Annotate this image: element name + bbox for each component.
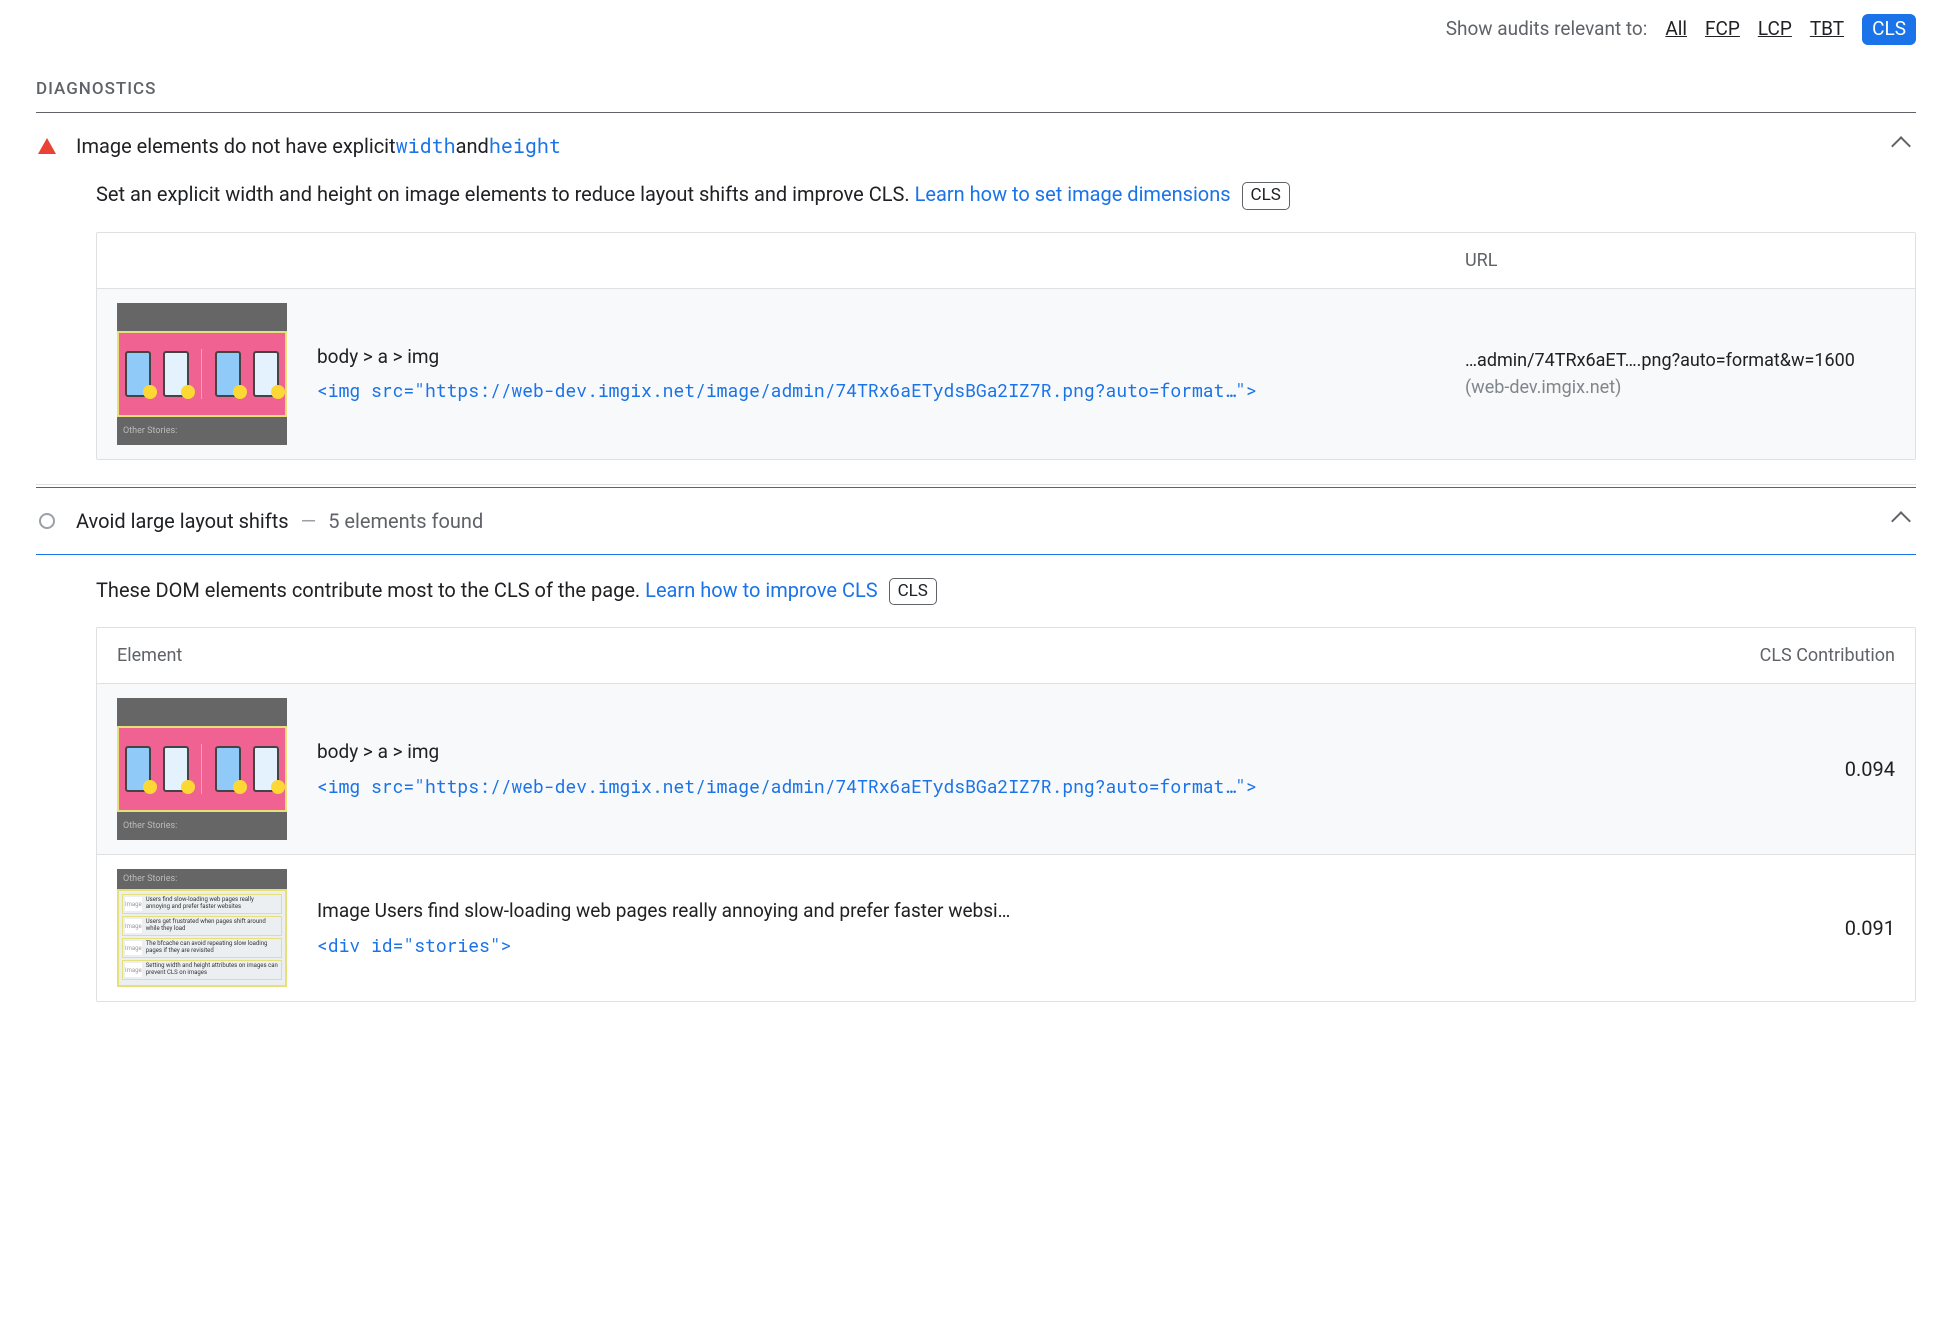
- thumb-caption: Other Stories:: [117, 869, 287, 889]
- table-row: Other Stories: ImageUsers find slow-load…: [97, 854, 1915, 1001]
- audit2-desc-text: These DOM elements contribute most to th…: [96, 578, 645, 602]
- element-thumbnail: Other Stories:: [117, 303, 287, 445]
- code-snippet: <img src="https://web-dev.imgix.net/imag…: [317, 773, 1705, 800]
- element-thumbnail: Other Stories:: [117, 698, 287, 840]
- code-snippet: <img src="https://web-dev.imgix.net/imag…: [317, 377, 1435, 404]
- filter-bar: Show audits relevant to: All FCP LCP TBT…: [36, 0, 1916, 55]
- audit1-description: Set an explicit width and height on imag…: [96, 179, 1916, 210]
- cls-tag: CLS: [1242, 182, 1290, 210]
- table-row: Other Stories: body > a > img <img src="…: [97, 288, 1915, 459]
- element-desc: Image Users find slow-loading web pages …: [317, 897, 1705, 926]
- filter-fcp[interactable]: FCP: [1705, 15, 1740, 44]
- audit-image-dimensions-header[interactable]: Image elements do not have explicit widt…: [36, 113, 1916, 179]
- selector-path: body > a > img: [317, 343, 1435, 372]
- thumb-caption: Other Stories:: [117, 417, 287, 445]
- th-url: URL: [1465, 247, 1895, 274]
- audit1-title-pre: Image elements do not have explicit: [76, 131, 396, 161]
- element-thumbnail: Other Stories: ImageUsers find slow-load…: [117, 869, 287, 987]
- audit1-code-width: width: [396, 131, 456, 161]
- table-row: Other Stories: body > a > img <img src="…: [97, 683, 1915, 854]
- audit1-learn-link[interactable]: Learn how to set image dimensions: [915, 182, 1231, 206]
- thumb-caption: Other Stories:: [117, 812, 287, 840]
- cls-tag: CLS: [889, 578, 937, 606]
- filter-cls-active[interactable]: CLS: [1862, 14, 1916, 45]
- audit1-code-height: height: [489, 131, 561, 161]
- audit2-subtitle: 5 elements found: [328, 506, 483, 536]
- audit2-description: These DOM elements contribute most to th…: [96, 575, 1916, 606]
- audit-image-dimensions: Image elements do not have explicit widt…: [36, 113, 1916, 485]
- chevron-up-icon: [1891, 511, 1911, 531]
- audit-large-layout-shifts-header[interactable]: Avoid large layout shifts — 5 elements f…: [36, 488, 1916, 554]
- cls-value: 0.094: [1735, 754, 1895, 784]
- diagnostics-heading: DIAGNOSTICS: [36, 77, 1916, 103]
- url-short: …admin/74TRx6aET….png?auto=format&w=1600: [1465, 350, 1855, 371]
- url-host: (web-dev.imgix.net): [1465, 377, 1621, 398]
- filter-tbt[interactable]: TBT: [1810, 15, 1844, 44]
- neutral-icon: [36, 513, 58, 529]
- selector-path: body > a > img: [317, 738, 1705, 767]
- filter-lcp[interactable]: LCP: [1758, 15, 1792, 44]
- chevron-up-icon: [1891, 136, 1911, 156]
- audit1-title-mid: and: [456, 131, 489, 161]
- code-snippet: <div id="stories">: [317, 932, 1705, 959]
- audit-large-layout-shifts: Avoid large layout shifts — 5 elements f…: [36, 488, 1916, 1027]
- fail-icon: [36, 138, 58, 154]
- audit2-table: Element CLS Contribution Other: [96, 627, 1916, 1002]
- filter-all[interactable]: All: [1665, 15, 1687, 44]
- th-cls-contribution: CLS Contribution: [1735, 642, 1895, 669]
- cls-value: 0.091: [1735, 913, 1895, 943]
- filter-label: Show audits relevant to:: [1446, 15, 1648, 44]
- audit2-learn-link[interactable]: Learn how to improve CLS: [645, 578, 877, 602]
- audit1-desc-text: Set an explicit width and height on imag…: [96, 182, 915, 206]
- audit2-title: Avoid large layout shifts: [76, 506, 289, 536]
- th-element: Element: [117, 642, 1735, 669]
- audit1-table: URL Other Stories:: [96, 232, 1916, 460]
